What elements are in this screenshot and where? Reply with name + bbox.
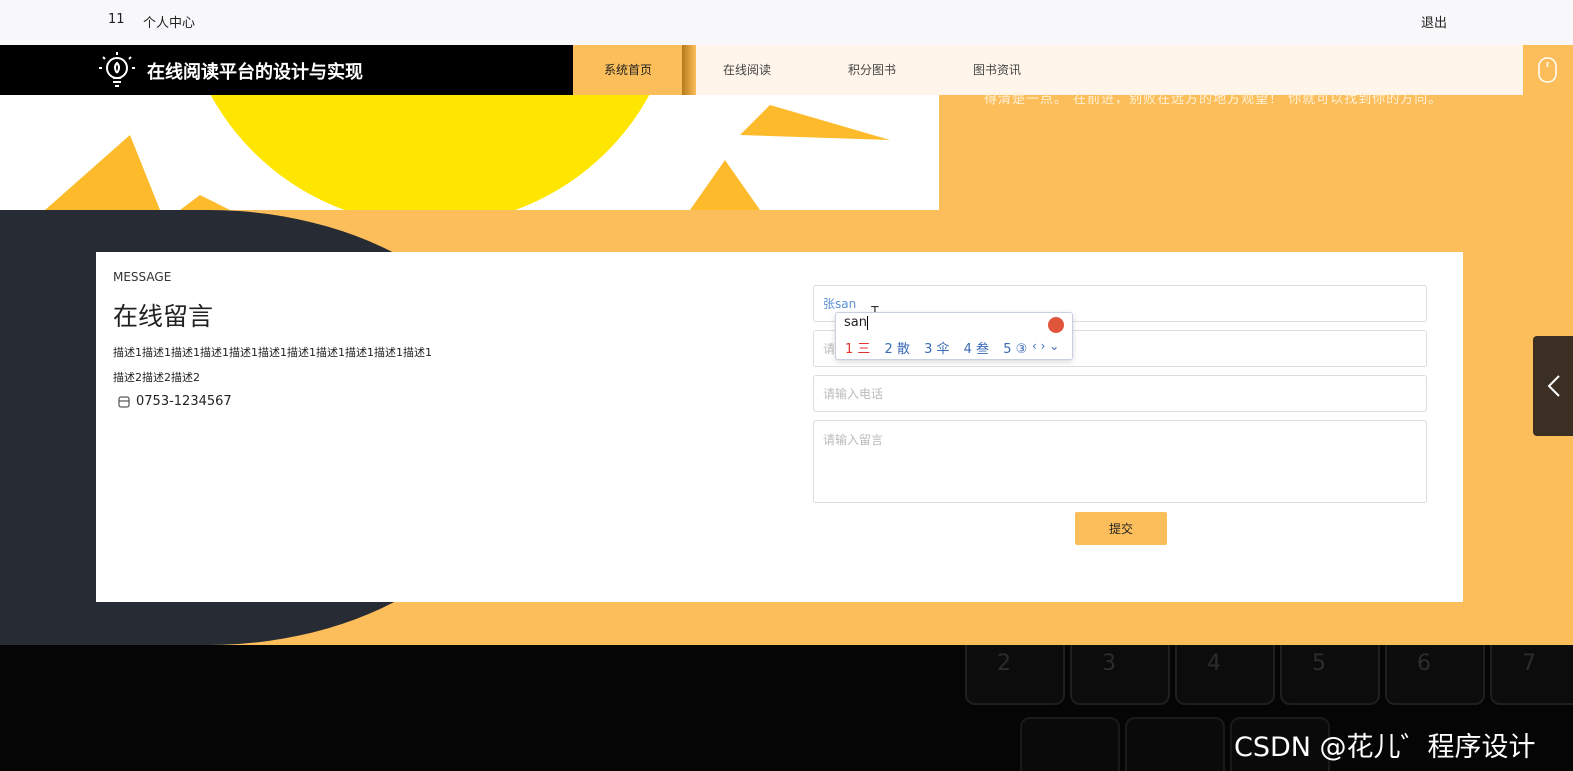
ime-candidate[interactable]: 4 叁	[964, 342, 989, 357]
keyboard-key: 7	[1490, 645, 1573, 705]
keyboard-key: 2	[965, 645, 1065, 705]
nav-points-books[interactable]: 积分图书	[848, 45, 896, 95]
phone-number: 0753-1234567	[136, 394, 232, 409]
keyboard-key	[1125, 717, 1225, 771]
personal-center-link[interactable]: 个人中心	[143, 12, 195, 31]
banner-quote: 得清楚一点。 在前进，别败在远方的地方观望！ 你就可以找到你的方向。	[984, 92, 1443, 107]
message-card: MESSAGE 在线留言 描述1描述1描述1描述1描述1描述1描述1描述1描述1…	[96, 252, 1463, 602]
nav-active-wedge	[682, 45, 696, 95]
description-line-1: 描述1描述1描述1描述1描述1描述1描述1描述1描述1描述1描述1	[113, 346, 432, 359]
sun-illustration	[45, 95, 890, 210]
keyboard-key	[1020, 717, 1120, 771]
submit-button[interactable]: 提交	[1075, 512, 1167, 545]
message-section: MESSAGE 在线留言 描述1描述1描述1描述1描述1描述1描述1描述1描述1…	[0, 210, 1573, 645]
side-collapse-tab[interactable]	[1533, 336, 1573, 436]
keyboard-key: 4	[1175, 645, 1275, 705]
nav-home[interactable]: 系统首页	[573, 45, 683, 95]
logout-link[interactable]: 退出	[1421, 12, 1447, 31]
site-title: 在线阅读平台的设计与实现	[147, 62, 363, 83]
keyboard-key: 5	[1280, 645, 1380, 705]
keyboard-key: 6	[1385, 645, 1485, 705]
description-line-2: 描述2描述2描述2	[113, 371, 200, 384]
user-id: 11	[108, 12, 125, 27]
ime-candidate[interactable]: 1 三	[845, 342, 870, 357]
phone-icon	[118, 396, 130, 407]
ime-candidate-popup[interactable]: san 1 三 2 散 3 伞 4 叁 5 ③ ‹ › ⌄	[835, 312, 1073, 360]
ime-candidate[interactable]: 5 ③	[1003, 342, 1027, 357]
nav-online-reading[interactable]: 在线阅读	[723, 45, 771, 95]
message-textarea[interactable]	[813, 420, 1427, 503]
top-bar: 11 个人中心 退出	[0, 0, 1573, 45]
ime-candidate[interactable]: 3 伞	[924, 342, 949, 357]
csdn-watermark: CSDN @花儿゛程序设计	[1234, 732, 1536, 763]
chevron-left-icon	[1547, 375, 1560, 397]
ime-candidate[interactable]: 2 散	[885, 342, 910, 357]
ime-candidates: 1 三 2 散 3 伞 4 叁 5 ③	[845, 338, 1037, 357]
ime-composition: san	[844, 315, 868, 330]
keyboard-key: 3	[1070, 645, 1170, 705]
ime-input-text: san	[844, 315, 867, 330]
ime-page-arrows[interactable]: ‹ › ⌄	[1032, 339, 1059, 353]
phone-input[interactable]	[813, 375, 1427, 412]
section-heading: 在线留言	[113, 302, 214, 331]
mouse-icon[interactable]	[1537, 57, 1559, 83]
section-eyebrow: MESSAGE	[113, 270, 172, 284]
contact-phone: 0753-1234567	[118, 394, 232, 409]
header-right-strip	[1523, 45, 1573, 95]
ime-logo-icon[interactable]	[1048, 317, 1064, 333]
banner-image	[0, 95, 939, 210]
lightbulb-logo-icon	[99, 52, 135, 87]
